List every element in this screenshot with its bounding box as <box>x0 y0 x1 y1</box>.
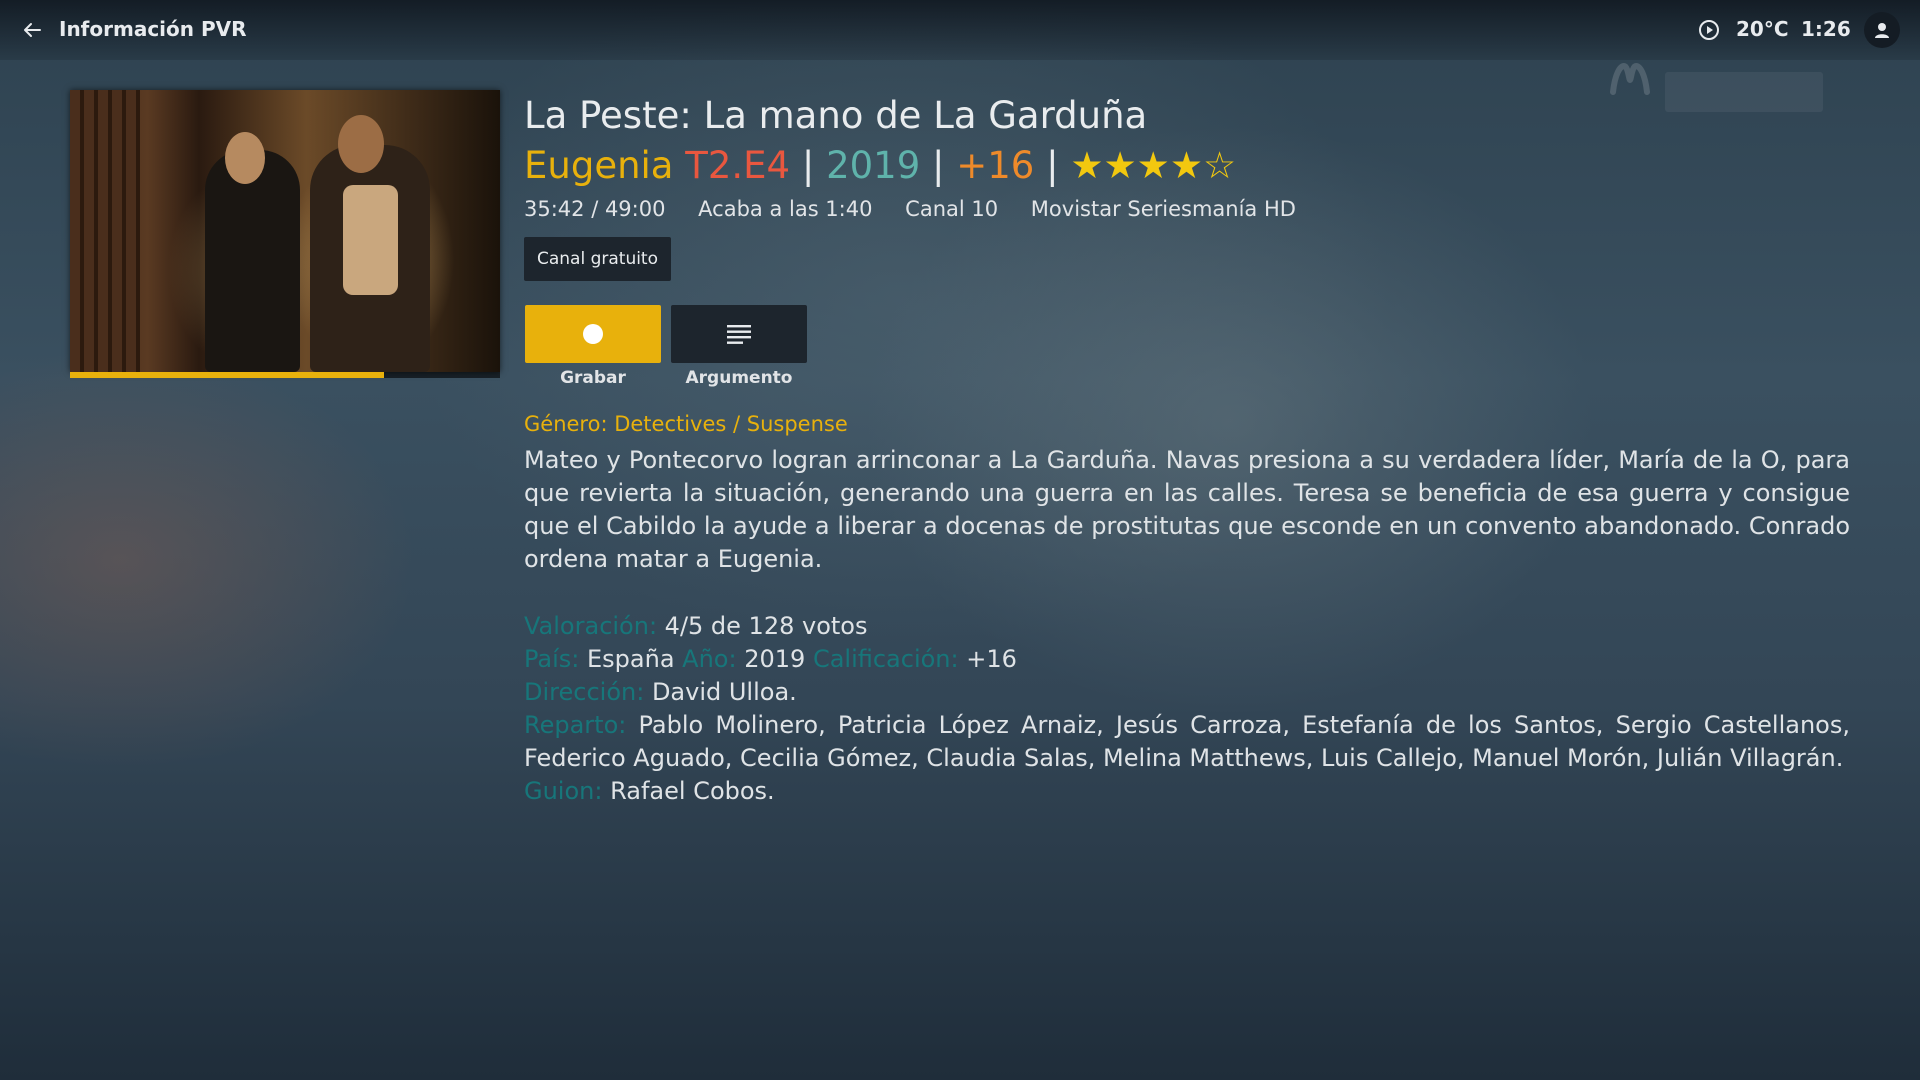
program-title: La Peste: La mano de La Garduña <box>524 94 1148 137</box>
record-button[interactable] <box>525 305 661 363</box>
play-circle-icon <box>1699 20 1719 40</box>
plot-text: Mateo y Pontecorvo logran arrinconar a L… <box>524 446 1850 573</box>
separator: | <box>932 144 945 187</box>
plot-button-label: Argumento <box>685 368 793 388</box>
program-meta: 35:42 / 49:00 Acaba a las 1:40 Canal 10 … <box>524 197 1322 221</box>
back-arrow-icon[interactable] <box>20 18 44 42</box>
poster-shirt <box>343 185 398 295</box>
free-channel-badge: Canal gratuito <box>524 237 671 281</box>
program-subline: Eugenia T2.E4 | 2019 | +16 | ★★★★☆ <box>524 144 1236 187</box>
writer-value: Rafael Cobos. <box>610 777 775 805</box>
cast-line: Reparto: Pablo Molinero, Patricia López … <box>524 709 1850 775</box>
poster-door <box>70 90 140 372</box>
year-value: 2019 <box>744 645 806 673</box>
program-poster <box>70 90 500 372</box>
elapsed-time: 35:42 / 49:00 <box>524 197 666 221</box>
clock-time: 1:26 <box>1801 17 1851 41</box>
profile-button[interactable] <box>1864 12 1900 48</box>
plot-button[interactable] <box>671 305 807 363</box>
record-dot-icon <box>583 324 603 344</box>
playback-progress-fill <box>70 372 384 378</box>
record-button-label: Grabar <box>560 368 626 388</box>
director-line: Dirección: David Ulloa. <box>524 676 1850 709</box>
director-value: David Ulloa. <box>651 678 797 706</box>
text-lines-icon <box>727 325 751 344</box>
user-icon <box>1875 23 1889 38</box>
cast-label: Reparto: <box>524 711 627 739</box>
genre: Género: Detectives / Suspense <box>524 412 848 436</box>
age-rating: +16 <box>956 144 1035 187</box>
rating-label: Valoración: <box>524 612 658 640</box>
rating-value: 4/5 de 128 votos <box>664 612 868 640</box>
channel-logo-box <box>1665 72 1823 112</box>
temperature: 20°C <box>1736 17 1789 41</box>
classification-label: Calificación: <box>812 645 959 673</box>
top-bar: Información PVR 20°C 1:26 <box>0 0 1920 60</box>
playback-progress-bar <box>70 372 500 378</box>
channel-logo-icon <box>1610 62 1650 95</box>
program-year: 2019 <box>826 144 921 187</box>
episode-name: Eugenia <box>524 144 674 187</box>
classification-value: +16 <box>966 645 1017 673</box>
star-rating: ★★★★☆ <box>1070 144 1237 187</box>
writer-label: Guion: <box>524 777 603 805</box>
poster-figure-left <box>205 150 300 372</box>
country-label: País: <box>524 645 580 673</box>
channel-name: Movistar Seriesmanía HD <box>1030 197 1296 221</box>
poster-face-left <box>225 132 265 184</box>
end-time: Acaba a las 1:40 <box>698 197 873 221</box>
channel-number: Canal 10 <box>905 197 999 221</box>
country-value: España <box>587 645 675 673</box>
cast-value: Pablo Molinero, Patricia López Arnaiz, J… <box>524 711 1851 772</box>
poster-face-right <box>338 115 384 173</box>
episode-code: T2.E4 <box>685 144 791 187</box>
separator: | <box>801 144 815 187</box>
credits: Valoración: 4/5 de 128 votos País: Españ… <box>524 610 1850 808</box>
country-line: País: España Año: 2019 Calificación: +16 <box>524 643 1850 676</box>
year-label: Año: <box>682 645 737 673</box>
rating-line: Valoración: 4/5 de 128 votos <box>524 610 1850 643</box>
separator: | <box>1046 144 1059 187</box>
director-label: Dirección: <box>524 678 645 706</box>
window-title: Información PVR <box>59 17 247 41</box>
writer-line: Guion: Rafael Cobos. <box>524 775 1850 808</box>
